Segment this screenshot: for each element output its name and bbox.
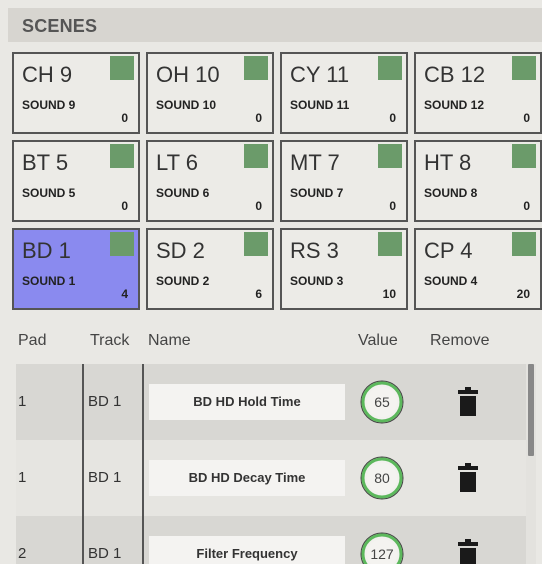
- col-pad: Pad: [18, 332, 47, 349]
- pad-name: SD 2: [156, 238, 205, 263]
- param-name-button[interactable]: BD HD Hold Time: [149, 384, 345, 420]
- pad-name: CH 9: [22, 62, 73, 87]
- pad-value: 0: [121, 111, 128, 125]
- column-divider: [82, 364, 84, 564]
- row-track: BD 1: [88, 393, 122, 410]
- table-row: 1 BD 1 BD HD Hold Time 65: [16, 364, 526, 440]
- pad-ch9[interactable]: CH 9 SOUND 9 0: [12, 52, 140, 134]
- knob-value: 65: [374, 394, 390, 410]
- pad-value: 0: [523, 199, 530, 213]
- pad-value: 0: [389, 199, 396, 213]
- pad-value: 0: [389, 111, 396, 125]
- pad-indicator-icon[interactable]: [378, 144, 402, 168]
- pad-value: 20: [516, 287, 530, 301]
- row-pad: 1: [18, 469, 27, 486]
- trash-icon[interactable]: [456, 538, 480, 564]
- pad-sound: SOUND 3: [290, 274, 344, 288]
- pad-name: HT 8: [424, 150, 472, 175]
- pad-oh10[interactable]: OH 10 SOUND 10 0: [146, 52, 274, 134]
- pad-indicator-icon[interactable]: [110, 144, 134, 168]
- pad-sound: SOUND 11: [290, 98, 350, 112]
- pad-value: 0: [255, 199, 262, 213]
- pad-bt5[interactable]: BT 5 SOUND 5 0: [12, 140, 140, 222]
- parameter-table: 1 BD 1 BD HD Hold Time 65 1 BD 1 BD HD D…: [16, 364, 526, 564]
- pad-value: 6: [255, 287, 262, 301]
- row-track: BD 1: [88, 469, 122, 486]
- value-knob[interactable]: 80: [357, 453, 407, 503]
- col-name: Name: [148, 332, 191, 349]
- pad-value: 10: [382, 287, 396, 301]
- pad-indicator-icon[interactable]: [378, 232, 402, 256]
- table-scrollbar[interactable]: [526, 364, 536, 564]
- col-track: Track: [90, 332, 130, 349]
- scenes-header: SCENES: [8, 8, 542, 42]
- col-remove: Remove: [430, 332, 490, 349]
- pad-sound: SOUND 10: [156, 98, 217, 112]
- knob-value: 127: [370, 546, 394, 562]
- pad-indicator-icon[interactable]: [244, 56, 268, 80]
- pad-name: RS 3: [290, 238, 339, 263]
- param-name-button[interactable]: Filter Frequency: [149, 536, 345, 564]
- pad-name: CB 12: [424, 62, 486, 87]
- pad-sound: SOUND 8: [424, 186, 478, 200]
- pad-value: 0: [121, 199, 128, 213]
- pad-indicator-icon[interactable]: [244, 232, 268, 256]
- pad-lt6[interactable]: LT 6 SOUND 6 0: [146, 140, 274, 222]
- pad-value: 4: [121, 287, 128, 301]
- trash-icon[interactable]: [456, 462, 480, 494]
- pad-sound: SOUND 1: [22, 274, 76, 288]
- value-knob[interactable]: 65: [357, 377, 407, 427]
- pad-sound: SOUND 4: [424, 274, 478, 288]
- pad-value: 0: [255, 111, 262, 125]
- pad-indicator-icon[interactable]: [512, 56, 536, 80]
- pad-indicator-icon[interactable]: [244, 144, 268, 168]
- pad-sound: SOUND 9: [22, 98, 76, 112]
- trash-icon[interactable]: [456, 386, 480, 418]
- pad-sound: SOUND 2: [156, 274, 210, 288]
- pad-sound: SOUND 5: [22, 186, 76, 200]
- pad-sound: SOUND 7: [290, 186, 344, 200]
- row-pad: 2: [18, 545, 27, 562]
- table-header: Pad Track Name Value Remove: [0, 332, 542, 364]
- row-pad: 1: [18, 393, 27, 410]
- pad-name: CY 11: [290, 62, 350, 87]
- scrollbar-thumb[interactable]: [528, 364, 534, 456]
- pad-bd1[interactable]: BD 1 SOUND 1 4: [12, 228, 140, 310]
- pad-sound: SOUND 6: [156, 186, 210, 200]
- pad-name: OH 10: [156, 62, 220, 87]
- pad-indicator-icon[interactable]: [110, 56, 134, 80]
- knob-value: 80: [374, 470, 390, 486]
- table-row: 2 BD 1 Filter Frequency 127: [16, 516, 526, 564]
- pad-name: LT 6: [156, 150, 198, 175]
- pad-indicator-icon[interactable]: [378, 56, 402, 80]
- col-value: Value: [358, 332, 398, 349]
- column-divider: [142, 364, 144, 564]
- pad-cp4[interactable]: CP 4 SOUND 4 20: [414, 228, 542, 310]
- pad-sound: SOUND 12: [424, 98, 485, 112]
- pad-name: BD 1: [22, 238, 71, 263]
- param-name-button[interactable]: BD HD Decay Time: [149, 460, 345, 496]
- value-knob[interactable]: 127: [357, 529, 407, 564]
- pad-indicator-icon[interactable]: [512, 144, 536, 168]
- table-row: 1 BD 1 BD HD Decay Time 80: [16, 440, 526, 516]
- pad-cb12[interactable]: CB 12 SOUND 12 0: [414, 52, 542, 134]
- row-track: BD 1: [88, 545, 122, 562]
- scenes-title: SCENES: [22, 16, 98, 36]
- pad-rs3[interactable]: RS 3 SOUND 3 10: [280, 228, 408, 310]
- pad-mt7[interactable]: MT 7 SOUND 7 0: [280, 140, 408, 222]
- pad-value: 0: [523, 111, 530, 125]
- pad-ht8[interactable]: HT 8 SOUND 8 0: [414, 140, 542, 222]
- pad-name: CP 4: [424, 238, 473, 263]
- pad-name: BT 5: [22, 150, 69, 175]
- pad-indicator-icon[interactable]: [110, 232, 134, 256]
- pad-indicator-icon[interactable]: [512, 232, 536, 256]
- pad-sd2[interactable]: SD 2 SOUND 2 6: [146, 228, 274, 310]
- pad-cy11[interactable]: CY 11 SOUND 11 0: [280, 52, 408, 134]
- pad-name: MT 7: [290, 150, 340, 175]
